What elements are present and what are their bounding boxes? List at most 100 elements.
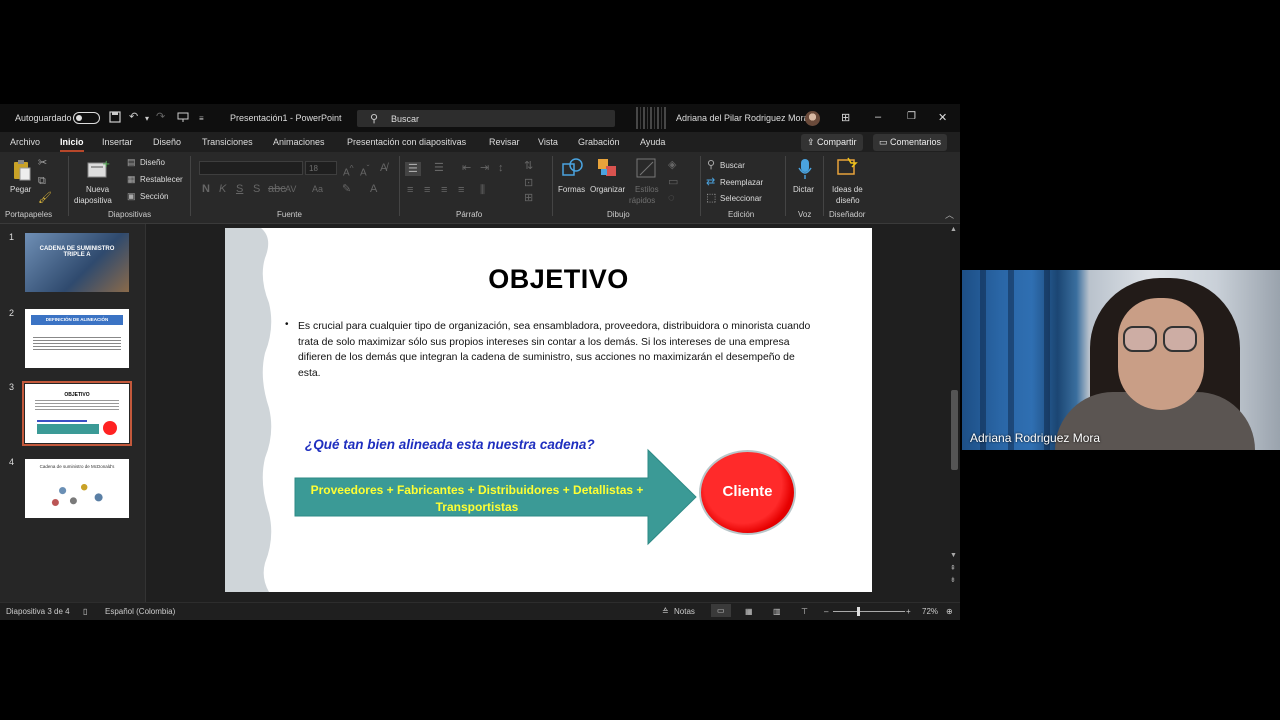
numbering-icon[interactable]: ☰	[434, 162, 444, 174]
ribbon-display-icon[interactable]: ⊞	[841, 111, 850, 124]
scroll-up-icon[interactable]: ▲	[950, 226, 957, 233]
font-name-box[interactable]	[199, 161, 303, 175]
justify-icon[interactable]: ≡	[458, 184, 464, 196]
tab-archivo[interactable]: Archivo	[10, 137, 40, 147]
design-ideas-label-2[interactable]: diseño	[836, 196, 860, 205]
next-slide-icon[interactable]: ⇟	[950, 576, 956, 584]
shapes-label[interactable]: Formas	[558, 185, 585, 194]
tab-insertar[interactable]: Insertar	[102, 137, 133, 147]
select-label[interactable]: Seleccionar	[720, 194, 762, 203]
font-size-box[interactable]: 18	[305, 161, 337, 175]
save-icon[interactable]	[109, 111, 121, 126]
reading-view-icon[interactable]: ▥	[773, 607, 781, 616]
tab-inicio[interactable]: Inicio	[60, 137, 84, 152]
decrease-font-icon[interactable]: Aˇ	[360, 162, 369, 179]
italic-icon[interactable]: K	[219, 183, 226, 195]
slide-canvas[interactable]: OBJETIVO • Es crucial para cualquier tip…	[225, 228, 872, 592]
new-slide-label-1[interactable]: Nueva	[86, 185, 109, 194]
layout-label[interactable]: Diseño	[140, 158, 165, 167]
normal-view-icon[interactable]: ▭	[711, 604, 731, 617]
design-ideas-icon[interactable]	[836, 157, 858, 181]
slide-title[interactable]: OBJETIVO	[225, 264, 872, 295]
bold-icon[interactable]: N	[202, 183, 210, 195]
font-color-icon[interactable]: A	[370, 183, 377, 195]
slideshow-icon[interactable]: ⊤	[801, 607, 808, 616]
line-spacing-icon[interactable]: ↕	[498, 162, 504, 174]
paste-label[interactable]: Pegar	[10, 185, 31, 194]
decrease-indent-icon[interactable]: ⇤	[462, 162, 471, 174]
present-icon[interactable]	[177, 111, 189, 126]
slide-thumbnail-2[interactable]: DEFINICIÓN DE ALINEACIÓN	[25, 309, 129, 368]
paste-icon[interactable]	[12, 159, 32, 183]
quick-styles-icon[interactable]	[636, 158, 658, 182]
shapes-icon[interactable]	[562, 158, 584, 180]
tab-vista[interactable]: Vista	[538, 137, 558, 147]
accessibility-icon[interactable]: ▯	[83, 607, 87, 616]
quick-styles-label-1[interactable]: Estilos	[635, 185, 659, 194]
notes-icon[interactable]: ≙	[662, 607, 669, 616]
slide-body-text[interactable]: Es crucial para cualquier tipo de organi…	[298, 319, 818, 381]
quick-styles-label-2[interactable]: rápidos	[629, 196, 655, 205]
language-indicator[interactable]: Español (Colombia)	[105, 607, 175, 616]
new-slide-icon[interactable]: +	[86, 159, 110, 181]
vertical-scrollbar[interactable]: ▲ ▼ ⇞ ⇟	[950, 226, 958, 584]
shape-effects-icon[interactable]: ◌	[668, 192, 675, 204]
search-box[interactable]: ⚲ Buscar	[357, 110, 615, 127]
slide-thumbnail-1[interactable]: CADENA DE SUMINISTRO TRIPLE A	[25, 233, 129, 292]
slide-thumbnail-4[interactable]: Cadena de suministro de McDonald's	[25, 459, 129, 518]
redo-icon[interactable]: ↷	[156, 111, 165, 123]
smartart-icon[interactable]: ⊞	[524, 192, 533, 204]
design-ideas-label-1[interactable]: Ideas de	[832, 185, 863, 194]
restore-icon[interactable]: ❐	[907, 111, 916, 122]
increase-font-icon[interactable]: A^	[343, 162, 354, 179]
slide-thumbnail-3[interactable]: OBJETIVO	[22, 381, 132, 446]
align-text-icon[interactable]: ⊡	[524, 177, 533, 189]
copy-icon[interactable]: ⧉	[38, 175, 46, 187]
notes-button[interactable]: Notas	[674, 607, 695, 616]
customize-qat-icon[interactable]: ≡	[199, 113, 204, 125]
fit-to-window-icon[interactable]: ⊕	[946, 607, 953, 616]
scroll-thumb[interactable]	[951, 390, 958, 470]
shape-outline-icon[interactable]: ▭	[668, 176, 678, 188]
previous-slide-icon[interactable]: ⇞	[950, 564, 956, 572]
tab-diseno[interactable]: Diseño	[153, 137, 181, 147]
new-slide-label-2[interactable]: diapositiva	[74, 196, 112, 205]
undo-dropdown-icon[interactable]: ▾	[145, 113, 149, 125]
tab-transiciones[interactable]: Transiciones	[202, 137, 253, 147]
zoom-slider-knob[interactable]	[857, 607, 860, 616]
microphone-icon[interactable]	[798, 158, 812, 182]
reset-label[interactable]: Restablecer	[140, 175, 183, 184]
zoom-out-icon[interactable]: –	[824, 607, 828, 616]
underline-icon[interactable]: S	[236, 183, 243, 195]
arrange-label[interactable]: Organizar	[590, 185, 625, 194]
slide-sorter-icon[interactable]: ▦	[745, 607, 753, 616]
arrange-icon[interactable]	[597, 158, 619, 180]
dictate-label[interactable]: Dictar	[793, 185, 814, 194]
undo-icon[interactable]: ↶	[129, 111, 138, 123]
collapse-ribbon-icon[interactable]: ︿	[945, 209, 954, 221]
strikethrough-icon[interactable]: abc	[268, 183, 286, 195]
shape-fill-icon[interactable]: ◈	[668, 159, 676, 171]
scroll-down-icon[interactable]: ▼	[950, 552, 957, 559]
bullets-icon[interactable]: ☰	[405, 162, 421, 176]
align-left-icon[interactable]: ≡	[407, 184, 413, 196]
section-label[interactable]: Sección	[140, 192, 168, 201]
highlight-icon[interactable]: ✎	[342, 183, 351, 195]
text-direction-icon[interactable]: ⇅	[524, 160, 533, 172]
tab-presentacion[interactable]: Presentación con diapositivas	[347, 137, 466, 147]
align-center-icon[interactable]: ≡	[424, 184, 430, 196]
share-button[interactable]: ⇪ Compartir	[801, 134, 863, 151]
find-label[interactable]: Buscar	[720, 161, 745, 170]
format-painter-icon[interactable]: 🖌	[38, 192, 52, 204]
tab-revisar[interactable]: Revisar	[489, 137, 520, 147]
shadow-icon[interactable]: S	[253, 183, 260, 195]
tab-ayuda[interactable]: Ayuda	[640, 137, 665, 147]
close-icon[interactable]: ✕	[938, 111, 947, 124]
increase-indent-icon[interactable]: ⇥	[480, 162, 489, 174]
user-avatar[interactable]	[805, 111, 820, 126]
columns-icon[interactable]: ⫼	[480, 184, 485, 196]
minimize-icon[interactable]: –	[875, 111, 881, 123]
tab-animaciones[interactable]: Animaciones	[273, 137, 325, 147]
comments-button[interactable]: ▭ Comentarios	[873, 134, 948, 151]
zoom-level[interactable]: 72%	[922, 607, 938, 616]
